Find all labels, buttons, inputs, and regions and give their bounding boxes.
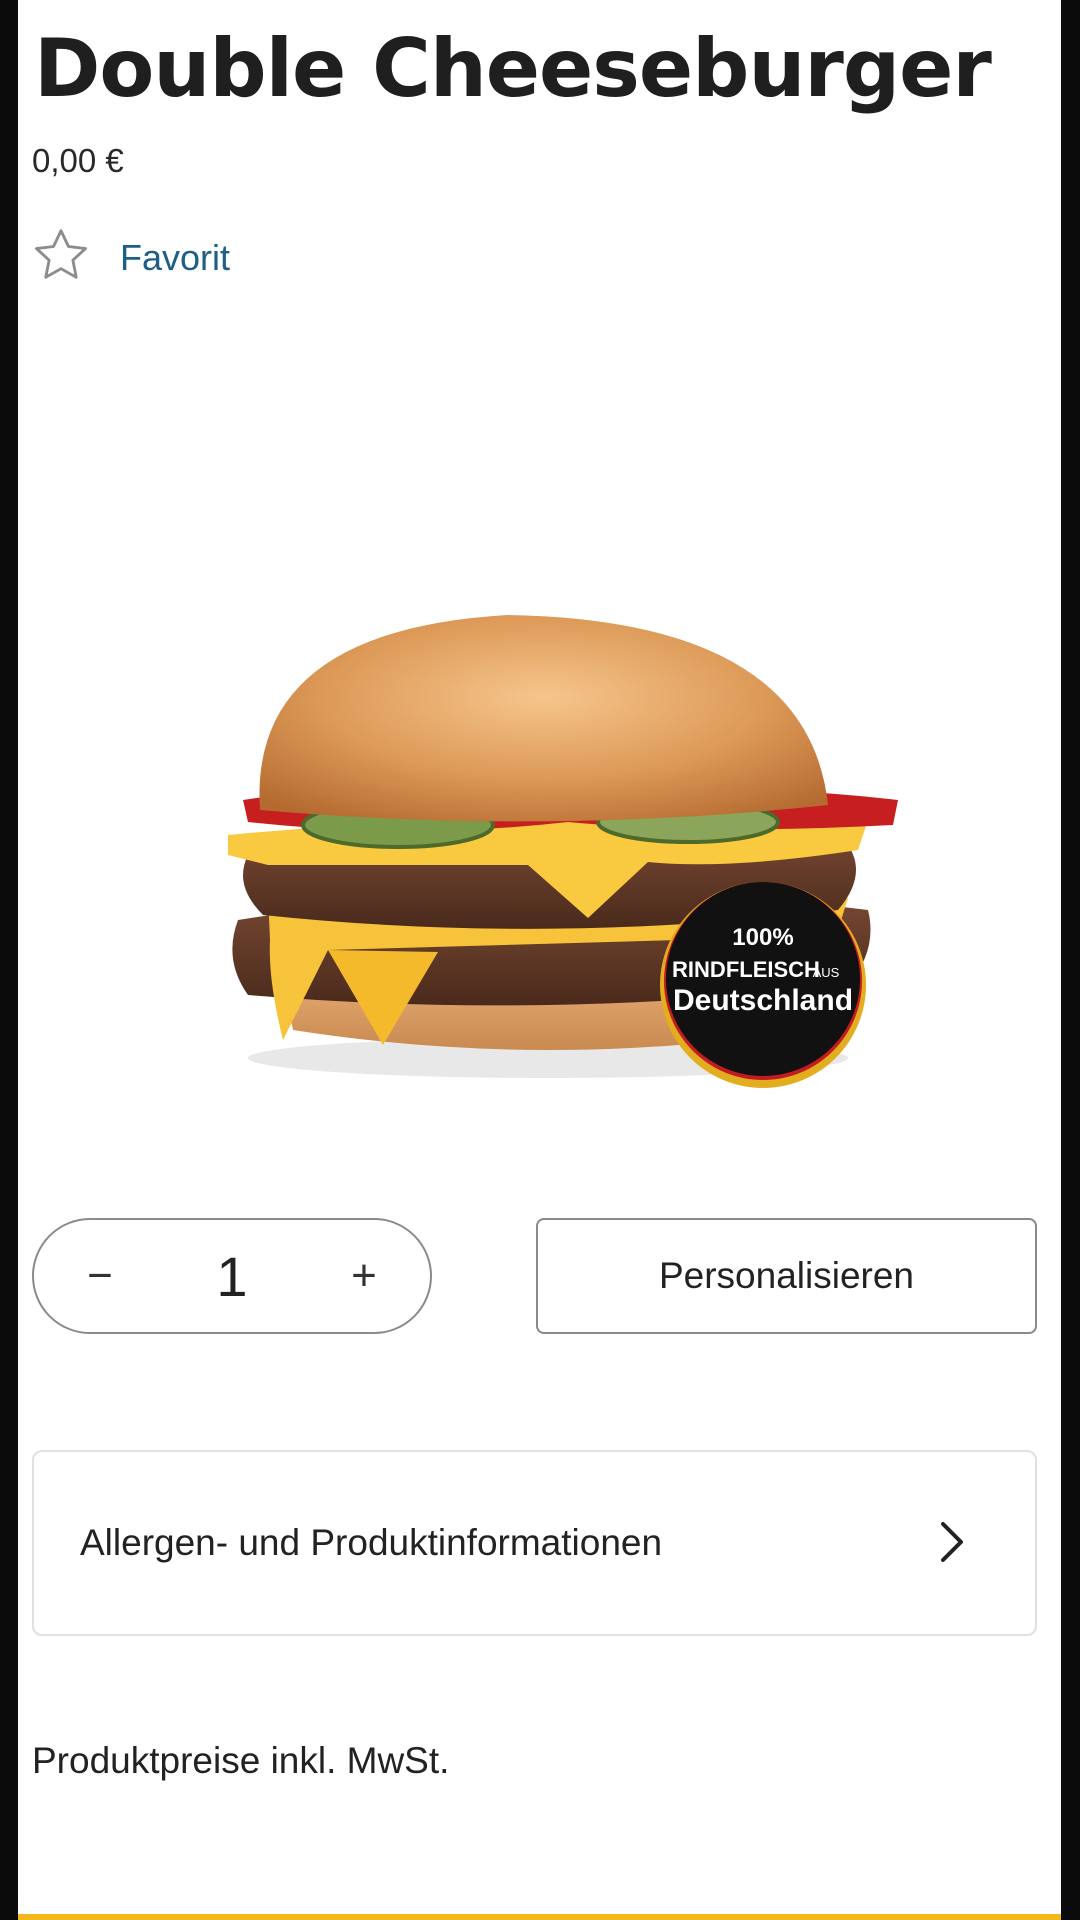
product-image: 100% RINDFLEISCH AUS Deutschland xyxy=(228,615,898,1088)
product-page: Double Cheeseburger 0,00 € Favorit 100% … xyxy=(18,0,1061,1920)
favorite-label: Favorit xyxy=(120,236,231,278)
price-note: Produktpreise inkl. MwSt. xyxy=(32,1740,450,1781)
badge-line2-small: AUS xyxy=(813,965,840,980)
badge-line1: 100% xyxy=(732,924,793,951)
chevron-right-icon xyxy=(941,1522,963,1562)
star-outline-icon xyxy=(30,224,92,291)
allergen-info-row[interactable]: Allergen- und Produktinformationen xyxy=(32,1450,1037,1636)
favorite-button[interactable]: Favorit xyxy=(30,224,230,291)
accent-strip xyxy=(18,1914,1061,1920)
beef-origin-badge: 100% RINDFLEISCH AUS Deutschland xyxy=(660,882,866,1088)
badge-line3: Deutschland xyxy=(673,984,853,1017)
allergen-info-label: Allergen- und Produktinformationen xyxy=(80,1522,663,1563)
product-title: Double Cheeseburger xyxy=(34,22,992,115)
quantity-stepper: − 1 + xyxy=(32,1218,432,1334)
badge-line2: RINDFLEISCH xyxy=(672,957,820,982)
product-price: 0,00 € xyxy=(32,142,124,179)
personalize-button[interactable]: Personalisieren xyxy=(536,1218,1037,1334)
increase-quantity-button[interactable]: + xyxy=(314,1220,414,1332)
